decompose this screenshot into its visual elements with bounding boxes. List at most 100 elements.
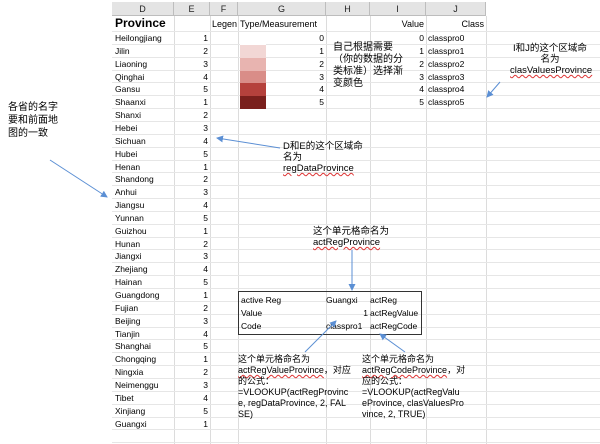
- legend-color-swatch[interactable]: [240, 57, 266, 71]
- province-name-cell[interactable]: Chongqing: [115, 353, 173, 366]
- province-value-cell[interactable]: 3: [174, 58, 208, 71]
- active-name-cell[interactable]: actReg: [370, 294, 420, 307]
- province-name-cell[interactable]: Shaanxi: [115, 96, 173, 109]
- province-value-cell[interactable]: 1: [174, 289, 208, 302]
- province-value-cell[interactable]: 5: [174, 83, 208, 96]
- province-name-cell[interactable]: Beijing: [115, 315, 173, 328]
- province-value-cell[interactable]: 5: [174, 212, 208, 225]
- value-header: Value: [401, 19, 424, 29]
- province-value-cell[interactable]: 5: [174, 405, 208, 418]
- province-name-cell[interactable]: Shanghai: [115, 340, 173, 353]
- province-name-cell[interactable]: Hubei: [115, 148, 173, 161]
- province-name-cell[interactable]: Anhui: [115, 186, 173, 199]
- column-header-d[interactable]: D: [112, 2, 174, 16]
- province-value-cell[interactable]: 2: [174, 173, 208, 186]
- active-name-cell[interactable]: actRegValue: [370, 307, 420, 320]
- province-name-cell[interactable]: Tianjin: [115, 328, 173, 341]
- legend-type-cell[interactable]: 1: [272, 45, 324, 58]
- legend-color-swatch[interactable]: [240, 32, 266, 45]
- province-name-cell[interactable]: Tibet: [115, 392, 173, 405]
- province-value-cell[interactable]: 4: [174, 263, 208, 276]
- province-name-cell[interactable]: Zhejiang: [115, 263, 173, 276]
- province-value-cell[interactable]: 3: [174, 379, 208, 392]
- province-name-cell[interactable]: Guangxi: [115, 418, 173, 431]
- legend-class-cell[interactable]: classpro1: [428, 45, 484, 58]
- province-name-cell[interactable]: Guizhou: [115, 225, 173, 238]
- province-value-cell[interactable]: 2: [174, 238, 208, 251]
- legend-type-cell[interactable]: 3: [272, 71, 324, 84]
- province-name-cell[interactable]: Fujian: [115, 302, 173, 315]
- province-name-cell[interactable]: Hunan: [115, 238, 173, 251]
- province-name-cell[interactable]: Jilin: [115, 45, 173, 58]
- column-header-e[interactable]: E: [174, 2, 210, 16]
- column-header-f[interactable]: F: [210, 2, 238, 16]
- province-name-cell[interactable]: Heilongjiang: [115, 32, 173, 45]
- legend-color-swatch[interactable]: [240, 44, 266, 58]
- active-value-cell[interactable]: classpro1: [326, 320, 368, 333]
- province-name-cell[interactable]: Hebei: [115, 122, 173, 135]
- active-value-cell[interactable]: 1: [326, 307, 368, 320]
- column-header-i[interactable]: I: [370, 2, 426, 16]
- province-name-cell[interactable]: Guangdong: [115, 289, 173, 302]
- province-name-cell[interactable]: Qinghai: [115, 71, 173, 84]
- province-name-cell[interactable]: Gansu: [115, 83, 173, 96]
- province-name-cell[interactable]: Shandong: [115, 173, 173, 186]
- legend-class-cell[interactable]: classpro0: [428, 32, 484, 45]
- legend-class-cell[interactable]: classpro4: [428, 83, 484, 96]
- column-header-h[interactable]: H: [326, 2, 370, 16]
- active-label-cell[interactable]: active Reg: [241, 294, 321, 307]
- province-value-cell[interactable]: 4: [174, 392, 208, 405]
- province-value-cell[interactable]: 5: [174, 148, 208, 161]
- province-name-cell[interactable]: Henan: [115, 161, 173, 174]
- province-name-cell[interactable]: Neimenggu: [115, 379, 173, 392]
- province-value-cell[interactable]: 4: [174, 328, 208, 341]
- note-act-reg-code: 这个单元格命名为 actRegCodeProvince，对应的公式： =VLOO…: [362, 354, 466, 419]
- province-value-cell[interactable]: 2: [174, 45, 208, 58]
- legend-value-cell[interactable]: 5: [370, 96, 424, 109]
- province-name-cell[interactable]: Liaoning: [115, 58, 173, 71]
- legend-type-cell[interactable]: 0: [272, 32, 324, 45]
- note-act-reg-name: 这个单元格命名为 actRegProvince: [313, 226, 390, 248]
- province-value-cell[interactable]: 3: [174, 315, 208, 328]
- legend-class-cell[interactable]: classpro3: [428, 71, 484, 84]
- province-name-cell[interactable]: Ningxia: [115, 366, 173, 379]
- province-value-cell[interactable]: 1: [174, 32, 208, 45]
- province-value-cell[interactable]: 1: [174, 353, 208, 366]
- province-value-cell[interactable]: 3: [174, 250, 208, 263]
- active-label-cell[interactable]: Value: [241, 307, 321, 320]
- column-header-j[interactable]: J: [426, 2, 486, 16]
- legend-class-cell[interactable]: classpro5: [428, 96, 484, 109]
- province-value-cell[interactable]: 3: [174, 122, 208, 135]
- active-label-cell[interactable]: Code: [241, 320, 321, 333]
- province-value-cell[interactable]: 4: [174, 135, 208, 148]
- legend-type-cell[interactable]: 5: [272, 96, 324, 109]
- province-value-cell[interactable]: 5: [174, 276, 208, 289]
- legend-color-swatch[interactable]: [240, 70, 266, 84]
- province-name-cell[interactable]: Sichuan: [115, 135, 173, 148]
- column-header-g[interactable]: G: [238, 2, 326, 16]
- province-value-cell[interactable]: 4: [174, 199, 208, 212]
- province-value-cell[interactable]: 5: [174, 340, 208, 353]
- province-value-cell[interactable]: 2: [174, 302, 208, 315]
- province-name-cell[interactable]: Yunnan: [115, 212, 173, 225]
- legend-type-cell[interactable]: 4: [272, 83, 324, 96]
- province-value-cell[interactable]: 4: [174, 71, 208, 84]
- province-value-cell[interactable]: 2: [174, 109, 208, 122]
- legend-color-swatch[interactable]: [240, 96, 266, 110]
- legend-class-cell[interactable]: classpro2: [428, 58, 484, 71]
- active-name-cell[interactable]: actRegCode: [370, 320, 420, 333]
- province-name-cell[interactable]: Jiangxi: [115, 250, 173, 263]
- province-value-cell[interactable]: 1: [174, 225, 208, 238]
- legend-color-swatch[interactable]: [240, 83, 266, 97]
- province-value-cell[interactable]: 1: [174, 418, 208, 431]
- province-value-cell[interactable]: 1: [174, 161, 208, 174]
- province-value-cell[interactable]: 2: [174, 366, 208, 379]
- province-value-cell[interactable]: 3: [174, 186, 208, 199]
- province-name-cell[interactable]: Xinjiang: [115, 405, 173, 418]
- province-value-cell[interactable]: 1: [174, 96, 208, 109]
- province-name-cell[interactable]: Hainan: [115, 276, 173, 289]
- active-value-cell[interactable]: Guangxi: [326, 294, 368, 307]
- province-name-cell[interactable]: Shanxi: [115, 109, 173, 122]
- province-name-cell[interactable]: Jiangsu: [115, 199, 173, 212]
- legend-type-cell[interactable]: 2: [272, 58, 324, 71]
